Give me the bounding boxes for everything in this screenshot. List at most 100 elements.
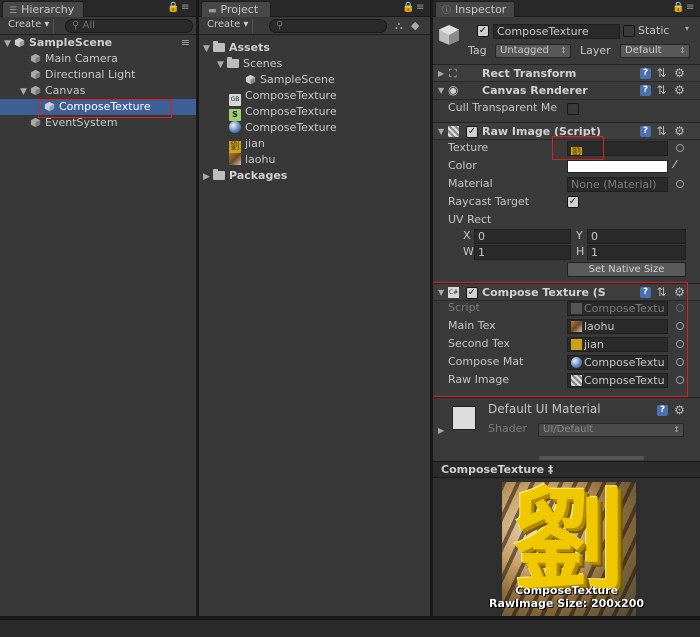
color-label: Color	[448, 159, 477, 172]
object-picker-icon[interactable]	[676, 180, 684, 188]
help-icon[interactable]: ?	[640, 85, 651, 96]
folder-icon	[213, 169, 225, 180]
menu-icon[interactable]: ≡	[686, 2, 694, 13]
raw-image-enabled-checkbox[interactable]: ✓	[466, 126, 478, 138]
create-button[interactable]: Create ▾	[203, 19, 254, 33]
layer-dropdown[interactable]: Default	[620, 44, 690, 58]
component-title: Canvas Renderer	[482, 84, 588, 97]
preset-icon[interactable]: ⇅	[656, 67, 667, 79]
scene-row[interactable]: ▼ SampleScene ≡	[0, 35, 196, 51]
tag-dropdown[interactable]: Untagged	[495, 44, 571, 58]
project-file-shader[interactable]: GB ComposeTexture	[199, 88, 430, 106]
project-packages-folder[interactable]: ▶ Packages	[199, 168, 430, 184]
uv-y-field[interactable]: 0	[587, 229, 686, 244]
folder-icon	[213, 41, 225, 52]
hierarchy-tabbar: ☰ Hierarchy 🔒 ≡	[0, 0, 196, 17]
gear-icon[interactable]: ⚙	[674, 125, 685, 137]
help-icon[interactable]: ?	[640, 68, 651, 79]
hierarchy-item-main-camera[interactable]: Main Camera	[0, 51, 196, 67]
expand-arrow-icon[interactable]: ▼	[438, 82, 444, 99]
component-title: Rect Transform	[482, 67, 577, 80]
object-picker-icon[interactable]	[676, 144, 684, 152]
uv-rect-label: UV Rect	[448, 213, 492, 226]
preset-icon[interactable]: ⇅	[656, 125, 667, 137]
lock-icon[interactable]: 🔒	[167, 2, 179, 13]
tab-label: Hierarchy	[21, 3, 75, 16]
material-section: ▶ Default UI Material ? ⚙ Shader UI/Defa…	[433, 397, 700, 441]
preview-title: ComposeTexture ‡	[441, 463, 554, 476]
eyedropper-icon[interactable]: ⁄	[674, 158, 676, 171]
object-name-field[interactable]: ComposeTexture	[493, 24, 620, 39]
scrollbar-thumb[interactable]	[539, 456, 644, 460]
tab-label: Project	[220, 3, 259, 16]
search-icon: ⚲	[276, 20, 284, 31]
cull-transparent-checkbox[interactable]	[567, 103, 579, 115]
help-icon[interactable]: ?	[640, 126, 651, 137]
filter-type-icon[interactable]: ⛬	[395, 19, 403, 33]
uv-h-field[interactable]: 1	[587, 245, 686, 260]
file-label: ComposeTexture	[245, 89, 337, 102]
color-swatch[interactable]	[567, 160, 668, 173]
folder-label: Packages	[229, 169, 288, 182]
hierarchy-toolbar: Create ▾ ⚲ All	[0, 17, 196, 35]
hierarchy-item-eventsystem[interactable]: EventSystem	[0, 115, 196, 131]
project-scenes-folder[interactable]: ▼ Scenes	[199, 56, 430, 72]
project-file-laohu[interactable]: laohu	[199, 152, 430, 168]
help-icon[interactable]: ?	[657, 405, 668, 416]
tab-label: Inspector	[455, 3, 507, 16]
lock-icon[interactable]: 🔒	[672, 2, 684, 13]
menu-icon[interactable]: ≡	[416, 2, 424, 13]
expand-arrow-icon[interactable]: ▶	[438, 65, 444, 82]
raw-image-icon	[448, 126, 459, 137]
scene-menu-icon[interactable]: ≡	[181, 35, 190, 51]
search-icon: ⚲	[72, 20, 80, 31]
expand-arrow-icon[interactable]: ▼	[20, 84, 30, 100]
preview-area: 劉 ComposeTexture RawImage Size: 200x200	[433, 478, 700, 616]
rect-transform-header[interactable]: ▶ ⛶ Rect Transform ? ⇅ ⚙	[433, 64, 700, 82]
uv-x-field[interactable]: 0	[474, 229, 571, 244]
raycast-target-checkbox[interactable]: ✓	[567, 196, 579, 208]
project-file-material[interactable]: ComposeTexture	[199, 120, 430, 136]
search-input[interactable]: ⚲ All	[65, 19, 193, 33]
tab-inspector[interactable]: ⓘ Inspector	[435, 1, 515, 17]
expand-arrow-icon[interactable]: ▼	[217, 57, 227, 73]
gameobject-icon	[30, 85, 41, 96]
uv-h-label: H	[576, 245, 585, 258]
expand-arrow-icon[interactable]: ▼	[4, 36, 14, 52]
project-file-samplescene[interactable]: SampleScene	[199, 72, 430, 88]
active-checkbox[interactable]: ✓	[477, 25, 489, 37]
tab-hierarchy[interactable]: ☰ Hierarchy	[2, 1, 84, 17]
uv-w-field[interactable]: 1	[474, 245, 571, 260]
static-dropdown-icon[interactable]: ▾	[685, 24, 689, 33]
material-field[interactable]: None (Material)	[567, 177, 668, 192]
expand-arrow-icon[interactable]: ▼	[438, 123, 444, 140]
search-input[interactable]: ⚲	[269, 19, 387, 33]
tab-project[interactable]: ▬ Project	[201, 1, 271, 17]
create-button[interactable]: Create ▾	[4, 19, 55, 33]
expand-arrow-icon[interactable]: ▶	[438, 426, 444, 435]
unity-scene-icon	[14, 37, 25, 48]
lock-icon[interactable]: 🔒	[402, 2, 414, 13]
gear-icon[interactable]: ⚙	[674, 84, 685, 96]
gameobject-icon	[30, 117, 41, 128]
file-label: ComposeTexture	[245, 121, 337, 134]
hierarchy-item-canvas[interactable]: ▼ Canvas	[0, 83, 196, 99]
project-file-script[interactable]: S ComposeTexture	[199, 104, 430, 121]
set-native-size-button[interactable]: Set Native Size	[567, 262, 686, 277]
expand-arrow-icon[interactable]: ▶	[203, 169, 213, 185]
unity-scene-icon	[245, 74, 256, 85]
filter-label-icon[interactable]: ◆	[411, 19, 419, 32]
menu-icon[interactable]: ≡	[181, 2, 189, 13]
gear-icon[interactable]: ⚙	[674, 404, 685, 416]
shader-dropdown[interactable]: UI/Default	[538, 423, 684, 437]
expand-arrow-icon[interactable]: ▼	[203, 41, 213, 57]
project-file-jian[interactable]: 劉 jian	[199, 136, 430, 153]
project-assets-folder[interactable]: ▼ Assets	[199, 40, 430, 56]
hierarchy-item-directional-light[interactable]: Directional Light	[0, 67, 196, 83]
preset-icon[interactable]: ⇅	[656, 84, 667, 96]
gear-icon[interactable]: ⚙	[674, 67, 685, 79]
uv-w-label: W	[463, 245, 474, 258]
canvas-renderer-header[interactable]: ▼ ◉ Canvas Renderer ? ⇅ ⚙	[433, 82, 700, 100]
static-checkbox[interactable]	[623, 25, 635, 37]
preview-header[interactable]: ComposeTexture ‡	[433, 461, 700, 478]
